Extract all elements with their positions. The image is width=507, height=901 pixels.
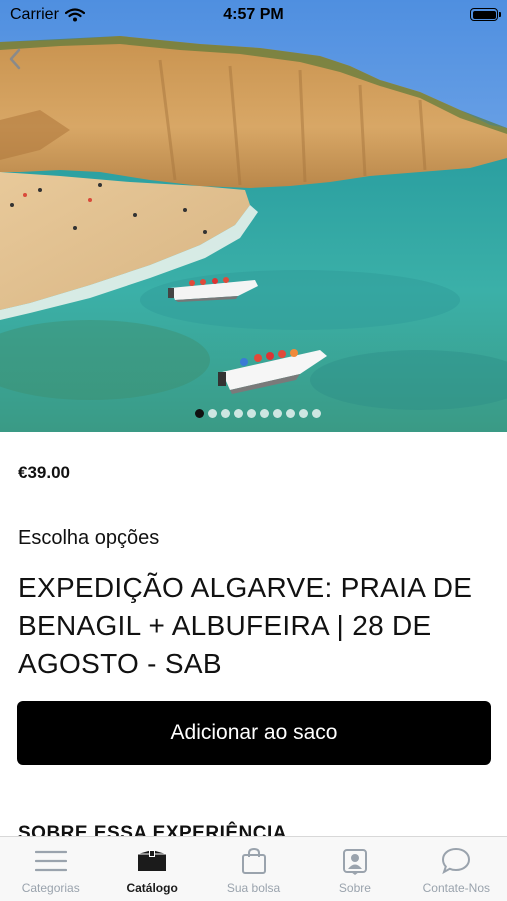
profile-card-icon [338, 847, 372, 875]
product-image-carousel[interactable] [0, 0, 507, 432]
carousel-dot[interactable] [195, 409, 204, 418]
back-chevron-icon[interactable] [8, 48, 22, 70]
carousel-dot[interactable] [273, 409, 282, 418]
product-price: €39.00 [18, 463, 70, 482]
chat-bubble-icon [439, 847, 473, 875]
beach-photo [0, 0, 507, 432]
battery-icon [470, 8, 501, 21]
tab-catalogo[interactable]: Catálogo [101, 837, 202, 901]
options-label: Escolha opções [18, 527, 160, 549]
carousel-dot[interactable] [234, 409, 243, 418]
box-icon [135, 847, 169, 875]
tab-categorias[interactable]: Categorias [0, 837, 101, 901]
carousel-dot[interactable] [221, 409, 230, 418]
tab-label: Sobre [338, 881, 371, 895]
tab-label: Contate-Nos [422, 881, 491, 895]
menu-icon [34, 847, 68, 875]
carousel-dot[interactable] [247, 409, 256, 418]
tab-label: Categorias [21, 881, 80, 895]
add-to-bag-button[interactable]: Adicionar ao saco [17, 701, 491, 765]
tab-label: Catálogo [126, 881, 178, 895]
carousel-dot[interactable] [260, 409, 269, 418]
carousel-dot[interactable] [286, 409, 295, 418]
tab-sobre[interactable]: Sobre [304, 837, 405, 901]
tab-contate-nos[interactable]: Contate-Nos [406, 837, 507, 901]
carousel-dot[interactable] [299, 409, 308, 418]
tab-label: Sua bolsa [226, 881, 281, 895]
bag-icon [237, 847, 271, 875]
carousel-dot[interactable] [208, 409, 217, 418]
clock: 4:57 PM [223, 6, 284, 23]
carousel-page-indicator[interactable] [195, 409, 321, 418]
product-title: EXPEDIÇÃO ALGARVE: PRAIA DE BENAGIL + AL… [18, 572, 473, 679]
carousel-dot[interactable] [312, 409, 321, 418]
tab-sua-bolsa[interactable]: Sua bolsa [203, 837, 304, 901]
tab-bar: Categorias Catálogo Sua bolsa Sobre Cont… [0, 836, 507, 901]
status-bar: Carrier 4:57 PM [0, 0, 507, 32]
